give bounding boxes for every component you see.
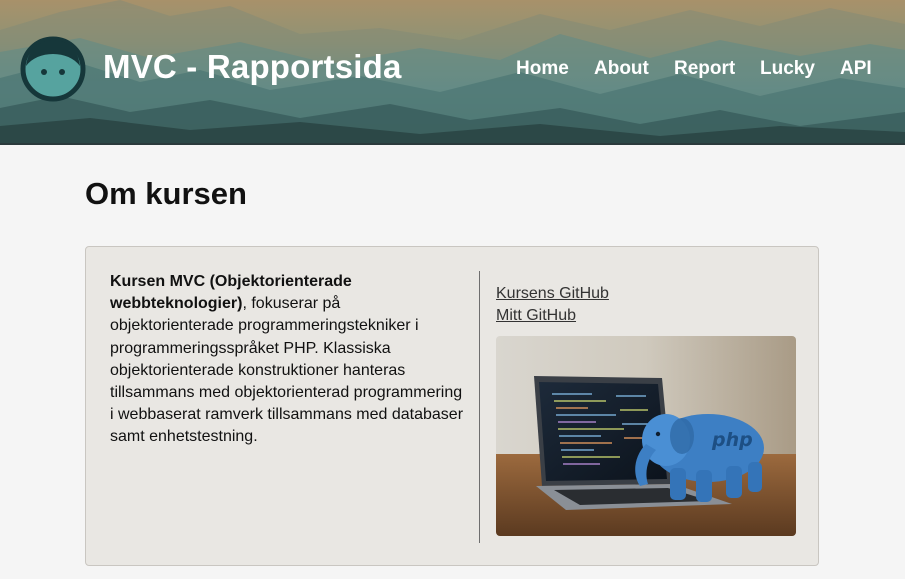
main-nav: Home About Report Lucky API xyxy=(0,58,905,82)
php-badge-text: php xyxy=(711,429,753,451)
nav-link-lucky[interactable]: Lucky xyxy=(760,58,815,80)
github-links: Kursens GitHub Mitt GitHub xyxy=(496,283,609,326)
column-divider xyxy=(479,271,480,543)
course-github-link[interactable]: Kursens GitHub xyxy=(496,283,609,305)
nav-link-home[interactable]: Home xyxy=(516,58,569,80)
course-card: Kursen MVC (Objektorienterade webbteknol… xyxy=(85,246,819,566)
site-header: MVC - Rapportsida Home About Report Luck… xyxy=(0,0,905,145)
nav-link-api[interactable]: API xyxy=(840,58,872,80)
course-description-text: , fokuserar på objektorienterade program… xyxy=(110,295,464,446)
my-github-link[interactable]: Mitt GitHub xyxy=(496,305,609,327)
course-description: Kursen MVC (Objektorienterade webbteknol… xyxy=(110,271,466,449)
nav-link-report[interactable]: Report xyxy=(674,58,735,80)
laptop-php-elephant-photo: php xyxy=(496,336,796,536)
page-title: Om kursen xyxy=(85,176,247,211)
nav-link-about[interactable]: About xyxy=(594,58,649,80)
